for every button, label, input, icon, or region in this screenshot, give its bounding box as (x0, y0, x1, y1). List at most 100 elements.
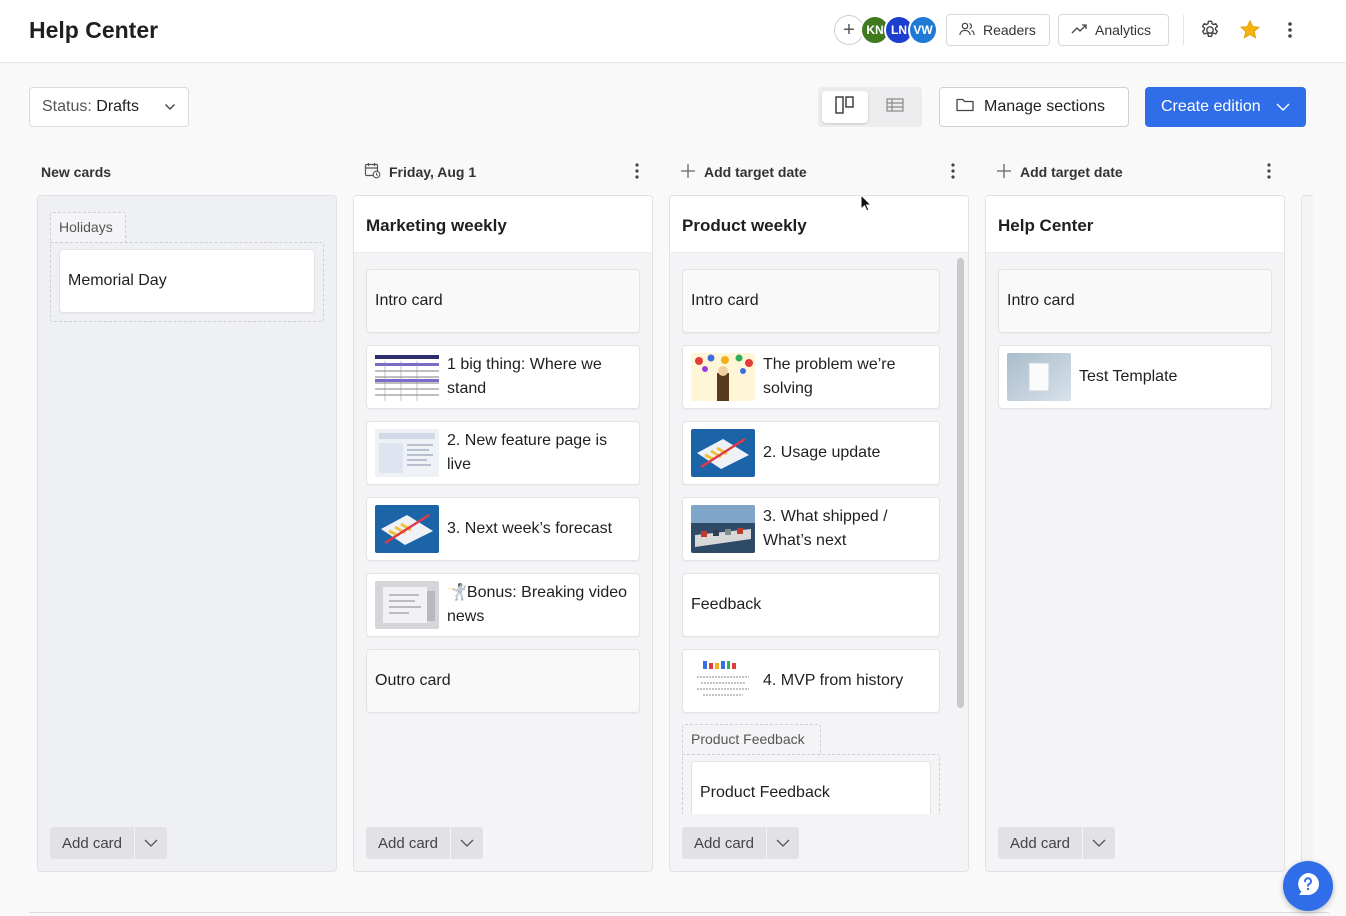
card-title: 🤺Bonus: Breaking video news (447, 581, 631, 629)
group-tag-product-feedback[interactable]: Product Feedback (682, 724, 821, 754)
card-title: The problem we’re solving (763, 356, 896, 397)
top-bar: Help Center + KN LN VW Readers Analytics (0, 0, 1346, 63)
view-toggle (818, 87, 922, 127)
card-title: 2. Usage update (763, 444, 881, 461)
column-title[interactable]: Marketing weekly (354, 196, 652, 253)
table-view-icon (886, 97, 904, 117)
plus-icon (680, 163, 696, 182)
add-target-date-button[interactable]: Add target date (996, 160, 1123, 184)
board-view-button[interactable] (822, 91, 868, 123)
gear-icon[interactable] (1197, 17, 1223, 43)
folder-icon (956, 97, 974, 117)
card-thumbnail (691, 353, 755, 401)
card-title: 4. MVP from history (763, 672, 904, 689)
card[interactable]: 2. New feature page is live (366, 421, 640, 485)
card-title-text: Bonus: Breaking video news (447, 584, 628, 625)
card[interactable]: 3. What shipped / What’s next (682, 497, 940, 561)
card-title: Test Template (1079, 368, 1178, 385)
card[interactable]: Memorial Day (59, 249, 315, 313)
card[interactable]: 3. Next week’s forecast (366, 497, 640, 561)
card-thumbnail (691, 657, 755, 705)
card-title: 3. What shipped / What’s next (763, 508, 888, 549)
chevron-down-icon[interactable] (1083, 827, 1115, 859)
card[interactable]: 2. Usage update (682, 421, 940, 485)
create-edition-button[interactable]: Create edition (1145, 87, 1306, 127)
chevron-down-icon[interactable] (767, 827, 799, 859)
card-thumbnail (375, 505, 439, 553)
board-view-icon (835, 95, 855, 119)
add-card-control: Add card (50, 827, 167, 859)
column-help-center: Help Center Intro card Test Template Add… (985, 195, 1285, 872)
chevron-down-icon[interactable] (451, 827, 483, 859)
create-edition-label: Create edition (1161, 98, 1261, 115)
table-view-button[interactable] (872, 91, 918, 123)
column-menu-icon[interactable] (943, 160, 963, 182)
add-card-button[interactable]: Add card (998, 827, 1083, 859)
trend-up-icon (1071, 22, 1087, 38)
card-thumbnail (691, 505, 755, 553)
column-header-label: Friday, Aug 1 (389, 164, 477, 180)
status-prefix: Status: (42, 98, 92, 115)
page-title: Help Center (29, 17, 159, 43)
add-card-control: Add card (366, 827, 483, 859)
card-title: Intro card (1007, 292, 1075, 309)
card[interactable]: The problem we’re solving (682, 345, 940, 409)
card-thumbnail (691, 429, 755, 477)
card-title: Intro card (691, 292, 759, 309)
column-header-new-cards: New cards (41, 160, 111, 184)
card[interactable]: Test Template (998, 345, 1272, 409)
card[interactable]: 1 big thing: Where we stand (366, 345, 640, 409)
scrollbar[interactable] (957, 258, 964, 708)
help-chat-icon (1295, 871, 1321, 902)
next-column-edge (1301, 195, 1313, 872)
card-title: Memorial Day (68, 272, 167, 289)
group-tag-holidays[interactable]: Holidays (50, 212, 126, 242)
add-card-button[interactable]: Add card (50, 827, 135, 859)
card-thumbnail (375, 581, 439, 629)
star-icon[interactable] (1237, 17, 1263, 43)
card-title: 1 big thing: Where we stand (447, 356, 602, 397)
manage-sections-label: Manage sections (984, 98, 1105, 115)
status-filter-dropdown[interactable]: Status: Drafts (29, 87, 189, 127)
card-title: Feedback (691, 596, 762, 613)
card[interactable]: 4. MVP from history (682, 649, 940, 713)
divider (29, 912, 1329, 913)
column-header-label: Add target date (704, 164, 807, 180)
chevron-down-icon (1276, 98, 1290, 116)
column-header-date[interactable]: Friday, Aug 1 (364, 160, 476, 184)
card[interactable]: 🤺Bonus: Breaking video news (366, 573, 640, 637)
column-header-label: Add target date (1020, 164, 1123, 180)
status-value: Drafts (96, 98, 139, 115)
avatar[interactable]: VW (908, 15, 938, 45)
card-title: Product Feedback (700, 784, 830, 801)
column-new-cards: Holidays Memorial Day Add card (37, 195, 337, 872)
column-title[interactable]: Product weekly (670, 196, 968, 253)
card-title: 2. New feature page is live (447, 432, 608, 473)
mouse-cursor (860, 193, 873, 217)
more-vertical-icon[interactable] (1277, 17, 1303, 43)
column-product-weekly: Product weekly Intro card The problem we… (669, 195, 969, 872)
column-menu-icon[interactable] (627, 160, 647, 182)
add-card-button[interactable]: Add card (366, 827, 451, 859)
card[interactable]: Intro card (682, 269, 940, 333)
chevron-down-icon[interactable] (135, 827, 167, 859)
column-menu-icon[interactable] (1259, 160, 1279, 182)
help-chat-button[interactable] (1283, 861, 1333, 911)
card[interactable]: Intro card (998, 269, 1272, 333)
chevron-down-icon (164, 98, 176, 116)
add-card-control: Add card (682, 827, 799, 859)
card-title: Intro card (375, 292, 443, 309)
add-target-date-button[interactable]: Add target date (680, 160, 807, 184)
analytics-button[interactable]: Analytics (1058, 14, 1169, 46)
add-card-control: Add card (998, 827, 1115, 859)
readers-button[interactable]: Readers (946, 14, 1050, 46)
analytics-label: Analytics (1095, 22, 1152, 38)
column-title[interactable]: Help Center (986, 196, 1284, 253)
card[interactable]: Feedback (682, 573, 940, 637)
manage-sections-button[interactable]: Manage sections (939, 87, 1129, 127)
column-header-label: New cards (41, 164, 112, 180)
add-card-button[interactable]: Add card (682, 827, 767, 859)
readers-label: Readers (983, 22, 1036, 38)
card[interactable]: Outro card (366, 649, 640, 713)
card[interactable]: Intro card (366, 269, 640, 333)
